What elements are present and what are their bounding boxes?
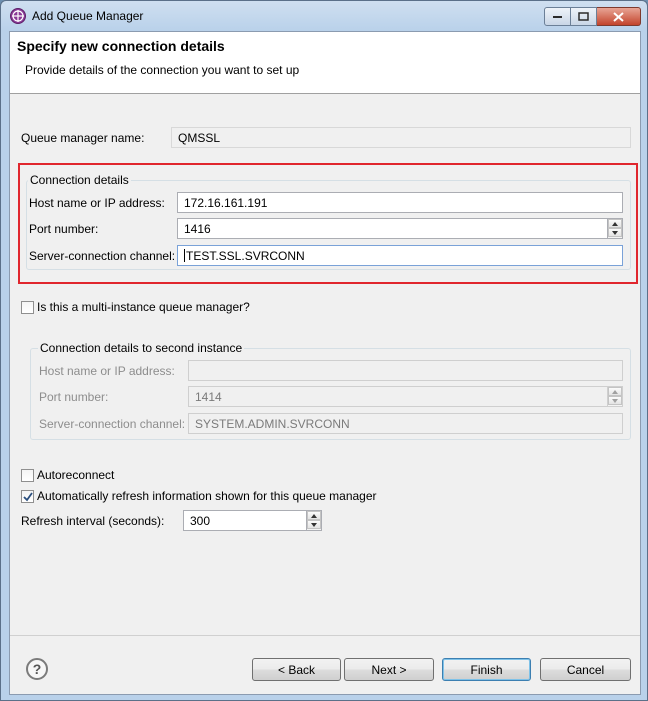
close-icon [613, 11, 624, 22]
autoreconnect-checkbox[interactable] [21, 469, 34, 482]
window-title: Add Queue Manager [32, 9, 144, 23]
second-port-label: Port number: [39, 390, 109, 404]
second-port-decrement-button[interactable] [608, 396, 622, 405]
port-decrement-button[interactable] [608, 228, 622, 237]
minimize-icon [552, 15, 562, 18]
arrow-down-icon [612, 230, 618, 235]
port-label: Port number: [29, 222, 99, 236]
host-input[interactable]: 172.16.161.191 [177, 192, 623, 213]
arrow-down-icon [612, 398, 618, 403]
second-instance-title: Connection details to second instance [38, 341, 245, 355]
host-label: Host name or IP address: [29, 196, 165, 210]
arrow-up-icon [612, 389, 618, 394]
minimize-button[interactable] [544, 7, 571, 26]
page-title: Specify new connection details [17, 38, 225, 54]
second-host-label: Host name or IP address: [39, 364, 175, 378]
maximize-icon [578, 12, 589, 21]
cancel-button[interactable]: Cancel [540, 658, 631, 681]
multi-instance-label[interactable]: Is this a multi-instance queue manager? [37, 300, 250, 314]
arrow-down-icon [311, 522, 317, 527]
arrow-up-icon [311, 513, 317, 518]
help-button[interactable]: ? [26, 658, 48, 680]
refresh-interval-label: Refresh interval (seconds): [21, 514, 165, 528]
dialog-client-area: Specify new connection details Provide d… [9, 31, 641, 695]
second-channel-label: Server-connection channel: [39, 417, 186, 431]
add-queue-manager-window: Add Queue Manager Specify new connection… [0, 0, 648, 701]
close-button[interactable] [597, 7, 641, 26]
refresh-interval-spinner[interactable] [306, 510, 322, 531]
maximize-button[interactable] [571, 7, 597, 26]
back-button[interactable]: < Back [252, 658, 341, 681]
refresh-interval-input[interactable]: 300 [183, 510, 307, 531]
refresh-decrement-button[interactable] [307, 520, 321, 529]
channel-input[interactable]: TEST.SSL.SVRCONN [177, 245, 623, 266]
autoreconnect-label[interactable]: Autoreconnect [37, 468, 114, 482]
port-input[interactable]: 1416 [177, 218, 608, 239]
multi-instance-checkbox[interactable] [21, 301, 34, 314]
app-icon [10, 8, 26, 24]
finish-button[interactable]: Finish [442, 658, 531, 681]
second-port-input[interactable]: 1414 [188, 386, 608, 407]
help-icon: ? [32, 661, 42, 677]
queue-manager-name-label: Queue manager name: [21, 131, 145, 145]
connection-details-title: Connection details [28, 173, 131, 187]
auto-refresh-label[interactable]: Automatically refresh information shown … [37, 489, 377, 503]
arrow-up-icon [612, 221, 618, 226]
button-bar-separator [10, 635, 640, 636]
refresh-increment-button[interactable] [307, 511, 321, 520]
port-increment-button[interactable] [608, 219, 622, 228]
second-host-input[interactable] [188, 360, 623, 381]
caption-buttons [544, 7, 641, 26]
second-port-spinner[interactable] [607, 386, 623, 407]
second-port-increment-button[interactable] [608, 387, 622, 396]
port-spinner[interactable] [607, 218, 623, 239]
wizard-header: Specify new connection details Provide d… [10, 32, 640, 94]
title-bar[interactable]: Add Queue Manager [1, 1, 647, 31]
channel-input-value: TEST.SSL.SVRCONN [186, 249, 305, 263]
second-channel-input[interactable]: SYSTEM.ADMIN.SVRCONN [188, 413, 623, 434]
text-caret [184, 249, 185, 262]
checkmark-icon [23, 492, 33, 502]
channel-label: Server-connection channel: [29, 249, 176, 263]
queue-manager-name-field: QMSSL [171, 127, 631, 148]
auto-refresh-checkbox[interactable] [21, 490, 34, 503]
next-button[interactable]: Next > [344, 658, 434, 681]
page-description: Provide details of the connection you wa… [25, 63, 300, 77]
